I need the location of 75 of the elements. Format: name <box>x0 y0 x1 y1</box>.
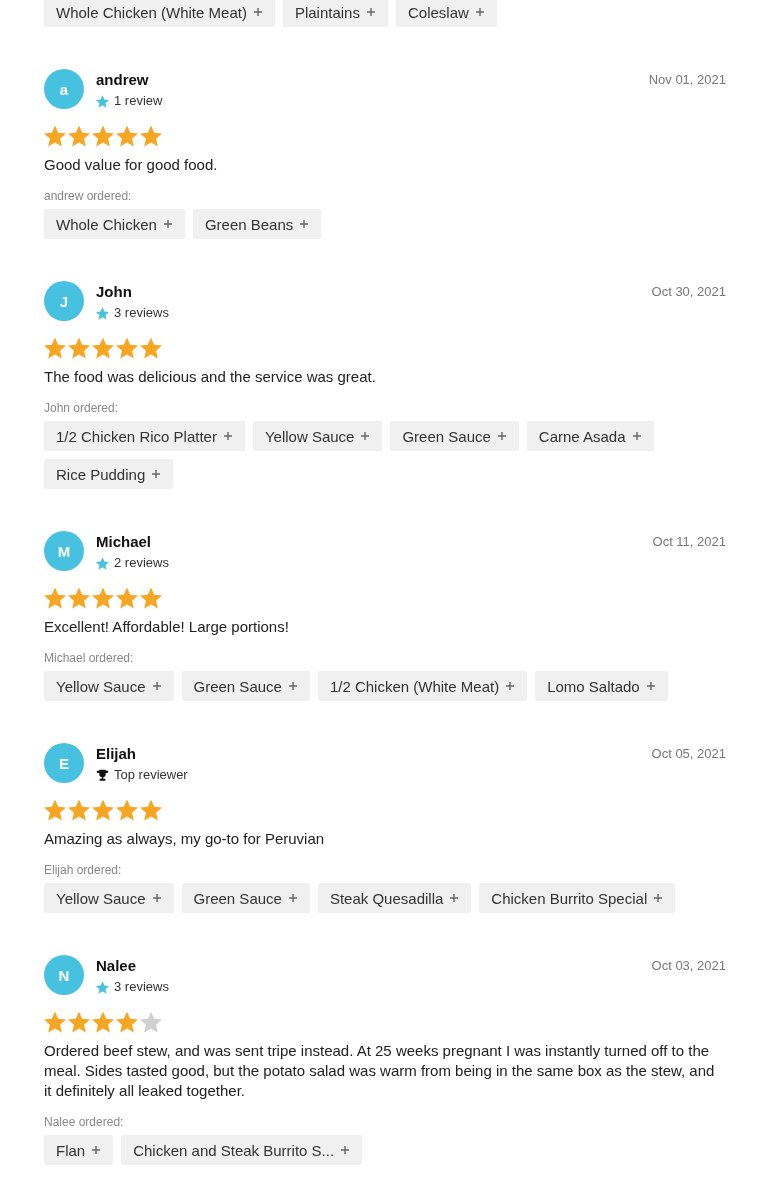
plus-icon <box>287 893 298 903</box>
menu-item-chip[interactable]: Carne Asada <box>526 421 654 451</box>
reviewer-name: John <box>96 282 132 302</box>
star-icon <box>96 306 109 320</box>
review-date: Oct 11, 2021 <box>652 534 726 549</box>
review-count-label: 3 reviews <box>114 979 169 995</box>
menu-item-chip[interactable]: 1/2 Chicken (White Meat) <box>317 671 528 701</box>
review-date: Oct 05, 2021 <box>651 746 726 761</box>
menu-item-chip[interactable]: Green Sauce <box>181 883 310 913</box>
star-icon <box>96 94 109 108</box>
plus-icon <box>631 431 642 441</box>
review-text: The food was delicious and the service was great. <box>44 367 376 387</box>
avatar: E <box>44 743 84 783</box>
menu-item-chip[interactable]: Flan <box>44 1135 114 1165</box>
ordered-label: Michael ordered: <box>44 651 134 665</box>
avatar: a <box>44 69 84 109</box>
review-text: Good value for good food. <box>44 155 218 175</box>
avatar: J <box>44 281 84 321</box>
menu-item-chip[interactable]: Whole Chicken (White Meat) <box>44 0 275 27</box>
menu-item-chip[interactable]: Steak Quesadilla <box>317 883 472 913</box>
review-count-label: 2 reviews <box>114 555 169 571</box>
menu-item-chip[interactable]: Chicken Burrito Special <box>479 883 676 913</box>
plus-icon <box>653 893 664 903</box>
ordered-label: Nalee ordered: <box>44 1115 124 1129</box>
menu-item-chip[interactable]: Lomo Saltado <box>535 671 668 701</box>
review-text: Ordered beef stew, and was sent tripe instead. At 25 weeks pregnant I was instantly turned off to the meal. Sides tasted good, but the potato salad was warm from being in the same box as the stew, and it definitely all leaked together. <box>44 1041 716 1101</box>
review-text: Excellent! Affordable! Large portions! <box>44 617 289 637</box>
plus-icon <box>222 431 233 441</box>
review-text: Amazing as always, my go-to for Peruvian <box>44 829 325 849</box>
menu-item-chip[interactable]: Whole Chicken <box>44 209 185 239</box>
plus-icon <box>645 681 656 691</box>
menu-item-chip[interactable]: Rice Pudding <box>44 459 174 489</box>
review-date: Oct 30, 2021 <box>651 284 726 299</box>
menu-item-chip[interactable]: Chicken and Steak Burrito S... <box>121 1135 363 1165</box>
review-date: Oct 03, 2021 <box>651 958 726 973</box>
plus-icon <box>287 681 298 691</box>
plus-icon <box>365 7 376 17</box>
ordered-label: andrew ordered: <box>44 189 132 203</box>
plus-icon <box>91 1145 102 1155</box>
plus-icon <box>252 7 263 17</box>
ordered-label: Elijah ordered: <box>44 863 122 877</box>
plus-icon <box>151 469 162 479</box>
avatar: M <box>44 531 84 571</box>
star-icon <box>96 980 109 994</box>
review-count-label: 1 review <box>114 93 163 109</box>
reviewer-name: Michael <box>96 532 152 552</box>
plus-icon <box>505 681 516 691</box>
reviewer-name: Elijah <box>96 744 136 764</box>
star-icon <box>96 556 109 570</box>
ordered-label: John ordered: <box>44 401 119 415</box>
menu-item-chip[interactable]: Green Beans <box>192 209 322 239</box>
menu-item-chip[interactable]: Yellow Sauce <box>44 883 174 913</box>
menu-item-chip[interactable]: Yellow Sauce <box>252 421 383 451</box>
menu-item-chip[interactable]: 1/2 Chicken Rico Platter <box>44 421 245 451</box>
menu-item-chip[interactable]: Yellow Sauce <box>44 671 174 701</box>
plus-icon <box>151 681 162 691</box>
reviewer-name: andrew <box>96 70 149 90</box>
plus-icon <box>449 893 460 903</box>
trophy-icon <box>96 768 109 782</box>
plus-icon <box>162 219 173 229</box>
menu-item-chip[interactable]: Plaintains <box>282 0 388 27</box>
review-count-label: Top reviewer <box>114 767 188 783</box>
review-date: Nov 01, 2021 <box>648 72 726 87</box>
plus-icon <box>151 893 162 903</box>
reviewer-name: Nalee <box>96 956 137 976</box>
avatar: N <box>44 955 84 995</box>
plus-icon <box>299 219 310 229</box>
menu-item-chip[interactable]: Coleslaw <box>395 0 497 27</box>
review-count-label: 3 reviews <box>114 305 169 321</box>
menu-item-chip[interactable]: Green Sauce <box>181 671 310 701</box>
plus-icon <box>340 1145 351 1155</box>
plus-icon <box>474 7 485 17</box>
plus-icon <box>360 431 371 441</box>
menu-item-chip[interactable]: Green Sauce <box>390 421 519 451</box>
plus-icon <box>496 431 507 441</box>
